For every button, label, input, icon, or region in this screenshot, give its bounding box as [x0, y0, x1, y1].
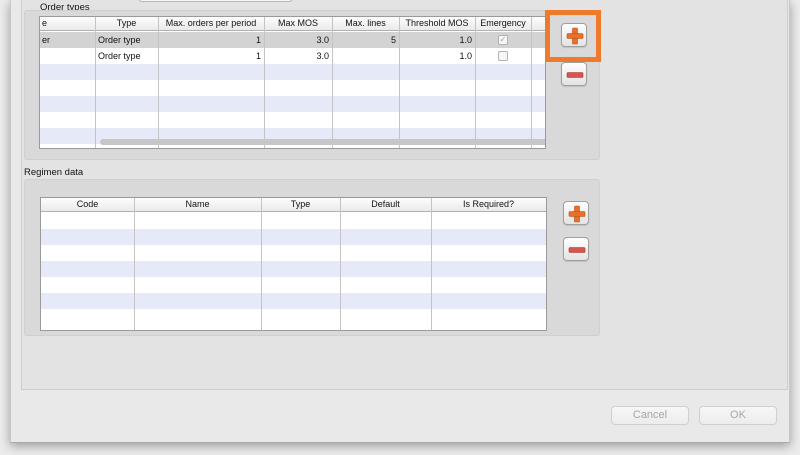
column-divider [531, 17, 532, 148]
column-divider [158, 17, 159, 148]
table-row-empty [41, 277, 546, 293]
cell-max-lines: 5 [390, 35, 396, 45]
column-divider [95, 17, 96, 148]
minus-icon [566, 72, 584, 78]
column-divider [431, 198, 432, 330]
column-header-name[interactable]: Name [134, 198, 261, 212]
order-types-header: e Type Max. orders per period Max MOS Ma… [40, 17, 545, 31]
emergency-checkbox-checked[interactable]: ✓ [498, 35, 508, 45]
column-divider [264, 17, 265, 148]
column-header-max-lines[interactable]: Max. lines [332, 17, 399, 31]
ok-button[interactable]: OK [699, 406, 777, 425]
add-order-type-button[interactable] [561, 23, 587, 47]
cell-max-orders: 1 [255, 51, 261, 61]
column-divider [399, 17, 400, 148]
minus-icon [568, 247, 586, 253]
cell-max-mos: 3.0 [316, 51, 329, 61]
column-divider [340, 198, 341, 330]
remove-order-type-button[interactable] [561, 62, 587, 86]
table-row-empty [40, 96, 545, 112]
table-row-empty [40, 112, 545, 128]
column-divider [475, 17, 476, 148]
column-header-default[interactable]: Default [340, 198, 431, 212]
column-header-max-orders[interactable]: Max. orders per period [158, 17, 264, 31]
cell-name: er [42, 35, 51, 45]
cell-name [42, 49, 92, 65]
table-row-empty [41, 245, 546, 261]
top-popup-button[interactable] [138, 0, 293, 2]
order-types-table[interactable]: e Type Max. orders per period Max MOS Ma… [39, 16, 546, 149]
cell-threshold-mos: 1.0 [459, 35, 472, 45]
column-header-emergency[interactable]: Emergency [475, 17, 531, 31]
emergency-checkbox[interactable] [498, 51, 508, 61]
table-row-empty [41, 309, 546, 325]
cell-type: Order type [98, 51, 141, 61]
plus-icon [568, 205, 586, 223]
table-row-empty [41, 229, 546, 245]
table-row-empty [40, 64, 545, 80]
plus-icon [566, 27, 584, 45]
column-header-threshold-mos[interactable]: Threshold MOS [399, 17, 475, 31]
cell-max-orders: 1 [255, 35, 261, 45]
regimen-data-header: Code Name Type Default Is Required? [41, 198, 546, 212]
cell-max-mos: 3.0 [316, 35, 329, 45]
cell-max-lines [334, 49, 396, 65]
column-header-is-required[interactable]: Is Required? [431, 198, 546, 212]
horizontal-scrollbar[interactable] [100, 139, 545, 145]
column-header-code[interactable]: Code [41, 198, 134, 212]
table-row-empty [41, 293, 546, 309]
column-divider [332, 17, 333, 148]
add-regimen-button[interactable] [563, 201, 589, 225]
cancel-button[interactable]: Cancel [611, 406, 689, 425]
column-header-max-mos[interactable]: Max MOS [264, 17, 332, 31]
table-row-empty [40, 80, 545, 96]
cell-threshold-mos: 1.0 [459, 51, 472, 61]
regimen-data-table[interactable]: Code Name Type Default Is Required? [40, 197, 547, 331]
column-divider [134, 198, 135, 330]
remove-regimen-button[interactable] [563, 237, 589, 261]
column-header-type[interactable]: Type [261, 198, 340, 212]
column-divider [261, 198, 262, 330]
column-header-type[interactable]: Type [95, 17, 158, 31]
table-row-empty [41, 213, 546, 229]
cell-type: Order type [98, 35, 141, 45]
regimen-data-label: Regimen data [24, 167, 84, 178]
table-row-empty [41, 261, 546, 277]
column-header-name[interactable]: e [42, 17, 94, 31]
